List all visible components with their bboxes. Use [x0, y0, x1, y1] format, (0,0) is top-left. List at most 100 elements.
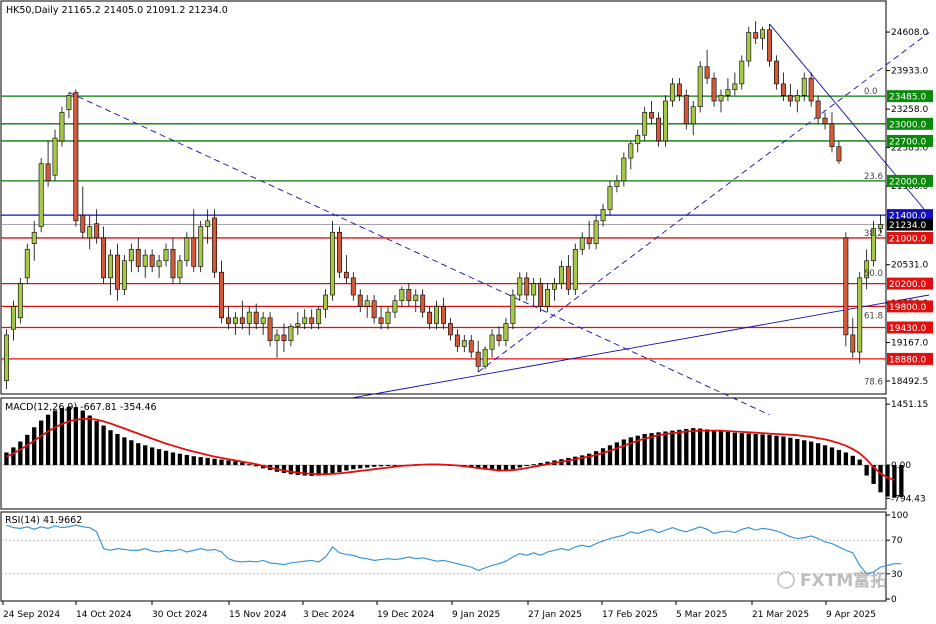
candle-body-54: [378, 317, 384, 324]
macd-bar-16: [115, 433, 120, 466]
level-label-3: 22000.0: [889, 177, 926, 187]
candle-body-120: [836, 146, 842, 162]
candle-body-61: [427, 311, 433, 324]
candle-body-108: [753, 32, 759, 39]
rsi-title: RSI(14) 41.9662: [5, 515, 82, 526]
macd-bar-40: [281, 465, 287, 474]
macd-bar-17: [122, 437, 127, 466]
macd-bar-24: [170, 452, 176, 466]
candle-body-45: [316, 308, 322, 324]
macd-bar-50: [351, 465, 356, 470]
macd-bar-88: [614, 442, 620, 466]
candle-body-49: [343, 271, 349, 279]
macd-bar-124: [864, 465, 869, 476]
candle-body-91: [635, 134, 641, 145]
candle-body-117: [815, 100, 821, 119]
candle-body-123: [857, 277, 863, 353]
candle-body-33: [232, 317, 238, 324]
candle-body-119: [829, 123, 835, 147]
macd-bar-117: [815, 443, 821, 466]
candle-body-26: [184, 237, 190, 262]
candle-body-56: [392, 300, 398, 313]
candle-body-0: [4, 334, 9, 381]
macd-bar-49: [344, 465, 349, 471]
candle-body-100: [697, 66, 703, 108]
macd-bar-121: [843, 452, 848, 466]
macd-bar-120: [836, 449, 842, 466]
candle-body-86: [600, 209, 606, 222]
candle-body-42: [295, 323, 301, 327]
candle-body-51: [357, 294, 363, 307]
candle-body-75: [524, 277, 530, 296]
x-tick-label-7: 27 Jan 2025: [528, 610, 582, 620]
macd-bar-73: [510, 465, 516, 470]
candle-body-97: [676, 83, 682, 96]
candle-body-122: [850, 334, 856, 353]
candle-body-17: [121, 260, 127, 290]
price-panel: [0, 0, 887, 395]
candle-body-46: [323, 294, 329, 310]
macd-bar-96: [670, 430, 675, 466]
candle-body-55: [385, 311, 391, 324]
macd-bar-53: [371, 465, 377, 467]
macd-bar-21: [149, 447, 155, 466]
candle-body-27: [191, 237, 197, 267]
candle-body-83: [579, 237, 585, 250]
macd-bar-97: [677, 429, 682, 466]
candle-body-12: [87, 226, 93, 239]
macd-bar-22: [156, 449, 162, 466]
chart-title: HK50,Daily 21165.2 21405.0 21091.2 21234…: [6, 5, 228, 16]
candle-body-29: [205, 220, 211, 227]
macd-bar-74: [517, 465, 522, 468]
candle-body-115: [801, 77, 807, 96]
macd-bar-95: [663, 431, 668, 466]
macd-bar-98: [684, 428, 689, 466]
candle-body-43: [302, 317, 308, 324]
x-tick-label-8: 17 Feb 2025: [602, 610, 658, 620]
fib-label-0: 0.0: [864, 87, 878, 97]
candle-body-74: [517, 277, 523, 296]
macd-bar-114: [795, 439, 800, 466]
macd-bar-6: [45, 414, 51, 466]
candle-body-80: [558, 266, 564, 284]
macd-tick-label-2: -794.43: [891, 494, 926, 504]
candle-body-69: [482, 348, 488, 367]
candle-body-24: [170, 249, 176, 279]
macd-bar-101: [704, 429, 710, 466]
candle-body-47: [330, 231, 335, 296]
candle-body-60: [420, 294, 426, 313]
last-price-label: 21234.0: [889, 221, 926, 231]
candle-body-82: [572, 249, 578, 290]
candle-body-107: [746, 32, 752, 62]
candle-body-118: [822, 117, 828, 125]
rsi-tick-label-2: 30: [891, 570, 903, 580]
candle-body-9: [66, 94, 72, 110]
x-tick-label-10: 21 Mar 2025: [752, 610, 809, 620]
macd-bar-30: [212, 458, 217, 466]
candle-body-72: [503, 323, 509, 341]
watermark-text: FXTM富拓: [800, 570, 887, 591]
macd-tick-label-1: 0.00: [891, 461, 911, 471]
candle-body-101: [704, 66, 710, 79]
macd-bar-126: [878, 465, 883, 493]
candle-body-3: [24, 249, 30, 279]
candle-body-30: [212, 217, 218, 273]
candle-body-102: [711, 77, 717, 102]
fib-label-4: 61.8: [864, 312, 883, 322]
macd-bar-12: [87, 415, 92, 466]
macd-bar-100: [698, 428, 703, 466]
macd-bar-19: [136, 443, 141, 466]
macd-bar-110: [767, 434, 772, 466]
candle-body-28: [198, 226, 204, 267]
candle-body-41: [288, 326, 294, 341]
candle-body-105: [732, 83, 738, 90]
macd-bar-115: [802, 440, 807, 466]
candle-body-32: [226, 317, 231, 324]
price-tick-label-5: 20531.0: [891, 261, 928, 271]
x-tick-label-6: 9 Jan 2025: [452, 610, 500, 620]
candle-body-85: [593, 220, 599, 244]
macd-bar-4: [32, 427, 37, 466]
candle-body-81: [565, 266, 571, 290]
macd-bar-35: [247, 464, 252, 466]
candle-body-25: [177, 260, 183, 279]
